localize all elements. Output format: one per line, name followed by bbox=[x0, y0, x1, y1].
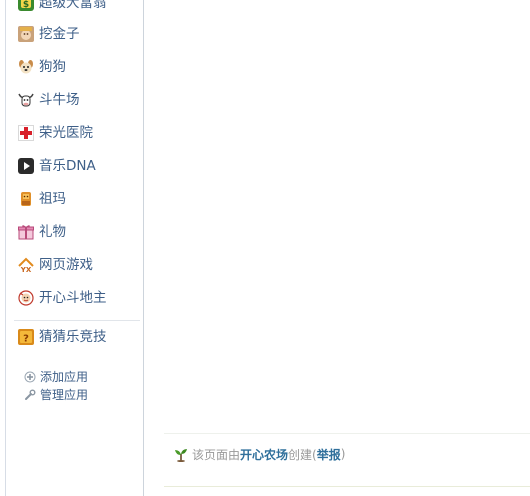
sidebar-item-label: 挖金子 bbox=[39, 26, 80, 42]
footer-prefix-text: 该页面由 bbox=[192, 447, 241, 462]
add-app-label: 添加应用 bbox=[40, 370, 89, 384]
music-play-icon bbox=[18, 158, 34, 174]
sidebar-item-landlord[interactable]: 开心斗地主 bbox=[18, 288, 107, 308]
sidebar-item-label: 祖玛 bbox=[39, 191, 66, 207]
manage-apps-label: 管理应用 bbox=[40, 388, 89, 402]
sidebar-item-dog[interactable]: 狗狗 bbox=[18, 57, 66, 77]
report-link[interactable]: 举报 bbox=[317, 446, 341, 463]
landlord-card-icon bbox=[18, 290, 34, 306]
web-game-icon: YX bbox=[18, 257, 34, 273]
gold-miner-icon bbox=[18, 26, 34, 42]
guess-icon: ? bbox=[18, 329, 34, 345]
svg-text:$: $ bbox=[23, 0, 29, 10]
footer-suffix-text: ) bbox=[340, 447, 346, 461]
sidebar-item-guess[interactable]: ? 猜猜乐竞技 bbox=[18, 327, 107, 347]
sidebar-item-zuma[interactable]: 祖玛 bbox=[18, 189, 66, 209]
footer-divider-top bbox=[164, 433, 530, 434]
bull-icon bbox=[18, 92, 34, 108]
footer-divider-bottom bbox=[164, 486, 530, 487]
rich-man-icon: $ bbox=[18, 0, 34, 11]
sidebar-item-label: 开心斗地主 bbox=[39, 290, 107, 306]
sidebar-item-rich-man[interactable]: $ 超级大富翁 bbox=[18, 0, 107, 13]
page-footer: 该页面由 开心农场 创建( 举报 ) bbox=[173, 445, 345, 463]
sidebar-item-label: 礼物 bbox=[39, 224, 66, 240]
sidebar-item-bullfight[interactable]: 斗牛场 bbox=[18, 90, 80, 110]
footer-middle-text: 创建( bbox=[288, 447, 317, 462]
sidebar-item-label: 音乐DNA bbox=[39, 158, 96, 174]
dog-icon bbox=[18, 59, 34, 75]
creator-app-link[interactable]: 开心农场 bbox=[240, 446, 288, 463]
sidebar-item-hospital[interactable]: 荣光医院 bbox=[18, 123, 93, 143]
manage-apps-link[interactable]: 管理应用 bbox=[24, 386, 88, 404]
hospital-cross-icon bbox=[18, 125, 34, 141]
svg-text:YX: YX bbox=[20, 266, 32, 273]
sidebar-divider bbox=[14, 320, 140, 321]
sidebar-item-label: 荣光医院 bbox=[39, 125, 93, 141]
sidebar-item-label: 斗牛场 bbox=[39, 92, 80, 108]
svg-text:?: ? bbox=[23, 334, 29, 345]
sidebar-item-gift[interactable]: 礼物 bbox=[18, 222, 66, 242]
gift-icon bbox=[18, 224, 34, 240]
app-sidebar: $ 超级大富翁 挖金子 狗狗 斗牛场 荣光医院 音乐DNA 祖玛 礼物 YX 网… bbox=[6, 0, 144, 496]
sidebar-item-label: 猜猜乐竞技 bbox=[39, 329, 107, 345]
sidebar-item-gold-miner[interactable]: 挖金子 bbox=[18, 24, 80, 44]
plus-icon bbox=[24, 371, 36, 383]
sidebar-item-label: 狗狗 bbox=[39, 59, 66, 75]
sprout-icon bbox=[173, 446, 189, 462]
add-app-link[interactable]: 添加应用 bbox=[24, 368, 88, 386]
sidebar-item-web-games[interactable]: YX 网页游戏 bbox=[18, 255, 93, 275]
sidebar-item-label: 超级大富翁 bbox=[39, 0, 107, 11]
zuma-icon bbox=[18, 191, 34, 207]
sidebar-item-label: 网页游戏 bbox=[39, 257, 93, 273]
sidebar-item-music-dna[interactable]: 音乐DNA bbox=[18, 156, 96, 176]
wrench-icon bbox=[24, 389, 36, 401]
main-content: 该页面由 开心农场 创建( 举报 ) bbox=[144, 0, 530, 496]
